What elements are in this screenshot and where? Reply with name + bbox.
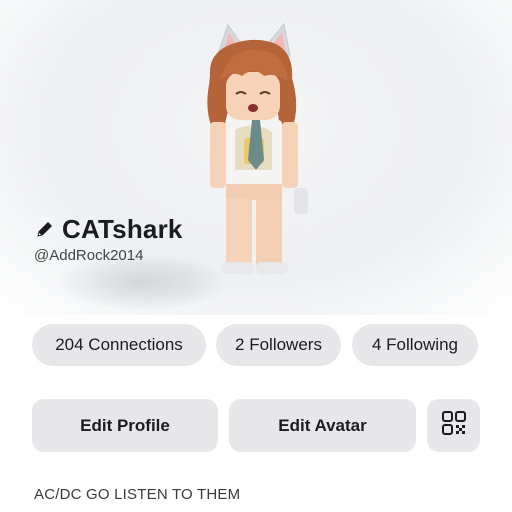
edit-avatar-button[interactable]: Edit Avatar xyxy=(229,399,416,452)
followers-pill[interactable]: 2 Followers xyxy=(216,324,341,366)
followers-label: 2 Followers xyxy=(235,335,322,354)
display-name-row: CATshark xyxy=(34,214,183,244)
edit-avatar-label: Edit Avatar xyxy=(278,415,367,435)
connections-pill[interactable]: 204 Connections xyxy=(32,324,206,366)
connections-label: 204 Connections xyxy=(55,335,183,354)
qr-code-button[interactable] xyxy=(427,399,480,452)
display-name: CATshark xyxy=(62,213,183,244)
following-label: 4 Following xyxy=(372,335,458,354)
edit-profile-button[interactable]: Edit Profile xyxy=(32,399,218,452)
bio-text: AC/DC GO LISTEN TO THEM xyxy=(34,486,241,503)
avatar-image xyxy=(207,22,308,274)
edit-profile-label: Edit Profile xyxy=(80,415,170,435)
following-pill[interactable]: 4 Following xyxy=(352,324,478,366)
avatar-figure xyxy=(180,20,330,285)
username: @AddRock2014 xyxy=(34,247,144,264)
pencil-icon[interactable] xyxy=(34,218,56,240)
qr-code-icon xyxy=(441,410,467,441)
